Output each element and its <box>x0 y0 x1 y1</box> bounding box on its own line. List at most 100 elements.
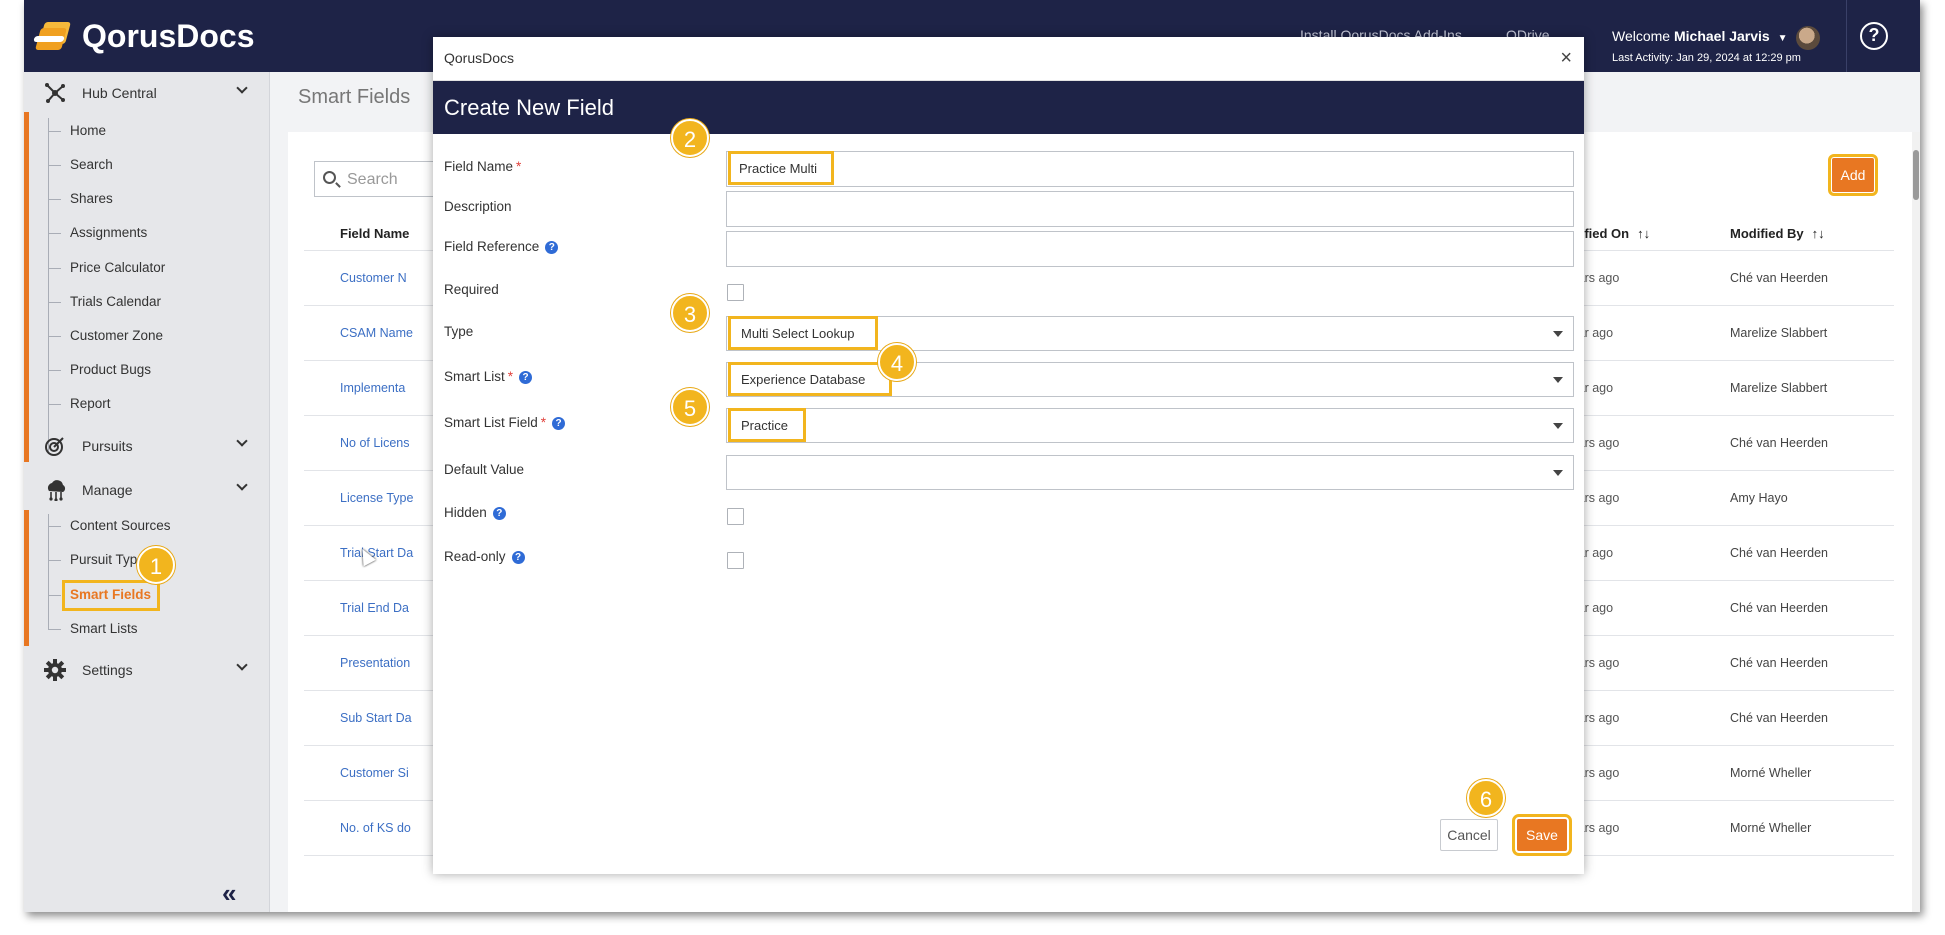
field-name-link[interactable]: No. of KS do <box>340 821 411 835</box>
cloud-network-icon <box>44 479 66 502</box>
sidebar-item-smart-fields[interactable]: Smart Fields <box>48 584 151 606</box>
close-icon[interactable]: × <box>1560 47 1572 70</box>
sidebar-item-pursuit-types[interactable]: Pursuit Typ <box>48 549 137 571</box>
field-name-link[interactable]: Sub Start Da <box>340 711 412 725</box>
required-checkbox[interactable] <box>727 284 744 301</box>
sidebar-item-trials-calendar[interactable]: Trials Calendar <box>48 291 161 313</box>
chevron-down-icon <box>236 659 248 671</box>
info-icon[interactable]: ? <box>545 241 559 254</box>
field-name-link[interactable]: Customer Si <box>340 766 409 780</box>
page-title: Smart Fields <box>298 86 411 108</box>
step-badge-3: 3 <box>671 294 709 332</box>
help-icon[interactable]: ? <box>1860 22 1888 50</box>
dropdown-caret-icon <box>1553 470 1563 476</box>
field-name-link[interactable]: CSAM Name <box>340 326 413 340</box>
select-value: Multi Select Lookup <box>741 326 855 341</box>
sidebar-item-content-sources[interactable]: Content Sources <box>49 515 171 537</box>
nav-pursuits[interactable]: Pursuits <box>24 427 270 465</box>
nav-settings[interactable]: Settings <box>24 651 270 689</box>
divider <box>1846 0 1847 72</box>
field-name-link[interactable]: Trial End Da <box>340 601 409 615</box>
read-only-checkbox[interactable] <box>727 552 744 569</box>
dropdown-caret-icon <box>1553 331 1563 337</box>
dialog-titlebar: QorusDocs × <box>433 37 1584 81</box>
field-name-link[interactable]: Implementa <box>340 381 405 395</box>
dropdown-caret-icon <box>1553 423 1563 429</box>
smart-list-label: Smart List *? <box>444 369 533 384</box>
nav-manage[interactable]: Manage <box>24 471 270 509</box>
hidden-checkbox[interactable] <box>727 508 744 525</box>
modified-by-cell: Ché van Heerden <box>1730 436 1828 450</box>
search-placeholder: Search <box>347 171 398 188</box>
dialog-heading: Create New Field <box>433 81 1584 134</box>
column-header-modified-by[interactable]: Modified By ↑↓ <box>1730 226 1825 241</box>
last-activity: Last Activity: Jan 29, 2024 at 12:29 pm <box>1612 52 1801 64</box>
modified-by-cell: Morné Wheller <box>1730 821 1812 835</box>
avatar[interactable] <box>1796 26 1820 50</box>
info-icon[interactable]: ? <box>552 417 566 430</box>
smart-list-select[interactable]: Experience Database <box>726 362 1574 397</box>
default-value-select[interactable] <box>726 455 1574 490</box>
hidden-label: Hidden? <box>444 505 506 520</box>
column-header-label: Modified By <box>1730 226 1804 241</box>
type-select[interactable]: Multi Select Lookup <box>726 316 1574 351</box>
required-label: Required <box>444 282 499 297</box>
sort-icon[interactable]: ↑↓ <box>1637 226 1650 241</box>
gear-icon <box>44 659 66 681</box>
required-marker: * <box>507 369 514 384</box>
info-icon[interactable]: ? <box>492 507 506 520</box>
field-name-link[interactable]: Presentation <box>340 656 410 670</box>
sidebar-item-report[interactable]: Report <box>49 393 111 415</box>
type-label: Type <box>444 324 474 339</box>
scrollbar-thumb[interactable] <box>1913 150 1919 200</box>
nav-label: Pursuits <box>82 438 133 454</box>
modified-by-cell: Marelize Slabbert <box>1730 326 1828 340</box>
sidebar-item-home[interactable]: Home <box>48 120 106 142</box>
info-icon[interactable]: ? <box>519 371 533 384</box>
dropdown-caret-icon <box>1553 377 1563 383</box>
sidebar-item-product-bugs[interactable]: Product Bugs <box>48 359 151 381</box>
chevron-down-icon <box>236 479 248 491</box>
field-name-link[interactable]: Customer N <box>340 271 407 285</box>
sort-icon[interactable]: ↑↓ <box>1812 226 1825 241</box>
modified-by-cell: Marelize Slabbert <box>1730 381 1828 395</box>
logo-icon <box>33 16 78 56</box>
add-button[interactable]: Add <box>1828 154 1878 196</box>
field-name-label: Field Name * <box>444 159 521 174</box>
sidebar-item-smart-lists[interactable]: Smart Lists <box>49 618 138 640</box>
field-reference-input[interactable] <box>726 231 1574 267</box>
collapse-sidebar-icon[interactable]: « <box>222 878 236 909</box>
sidebar-item-price-calculator[interactable]: Price Calculator <box>48 257 165 279</box>
modified-by-cell: Ché van Heerden <box>1730 271 1828 285</box>
step-badge-6: 6 <box>1467 779 1505 817</box>
cancel-button[interactable]: Cancel <box>1440 819 1498 851</box>
save-button[interactable]: Save <box>1512 814 1572 856</box>
brand-logo[interactable]: QorusDocs <box>33 14 254 58</box>
info-icon[interactable]: ? <box>511 551 525 564</box>
column-header-field-name[interactable]: Field Name <box>340 226 409 241</box>
select-value: Experience Database <box>741 372 866 387</box>
field-name-link[interactable]: License Type <box>340 491 413 505</box>
smart-list-field-select[interactable]: Practice <box>726 408 1574 443</box>
scrollbar[interactable] <box>1912 132 1920 912</box>
modified-by-cell: Amy Hayo <box>1730 491 1788 505</box>
welcome-prefix: Welcome <box>1612 28 1671 44</box>
dialog-window-title: QorusDocs <box>444 50 515 66</box>
description-label: Description <box>444 199 512 214</box>
field-name-link[interactable]: Trial Start Da <box>340 546 413 560</box>
sidebar-item-customer-zone[interactable]: Customer Zone <box>48 325 163 347</box>
description-input[interactable] <box>726 191 1574 227</box>
search-input[interactable]: Search <box>314 161 434 197</box>
label-text: Hidden <box>444 505 487 520</box>
hub-icon <box>44 82 66 104</box>
field-name-input[interactable]: Practice Multi <box>726 151 1574 187</box>
welcome-text[interactable]: Welcome Michael Jarvis ▼ <box>1612 28 1788 44</box>
user-menu-caret-icon[interactable]: ▼ <box>1778 33 1788 44</box>
sidebar-item-search[interactable]: Search <box>49 154 113 176</box>
sidebar-item-shares[interactable]: Shares <box>49 188 113 210</box>
field-name-link[interactable]: No of Licens <box>340 436 409 450</box>
nav-hub-central[interactable]: Hub Central <box>24 74 270 112</box>
default-value-label: Default Value <box>444 462 525 477</box>
sidebar-item-assignments[interactable]: Assignments <box>48 222 147 244</box>
nav-label: Settings <box>82 662 133 678</box>
